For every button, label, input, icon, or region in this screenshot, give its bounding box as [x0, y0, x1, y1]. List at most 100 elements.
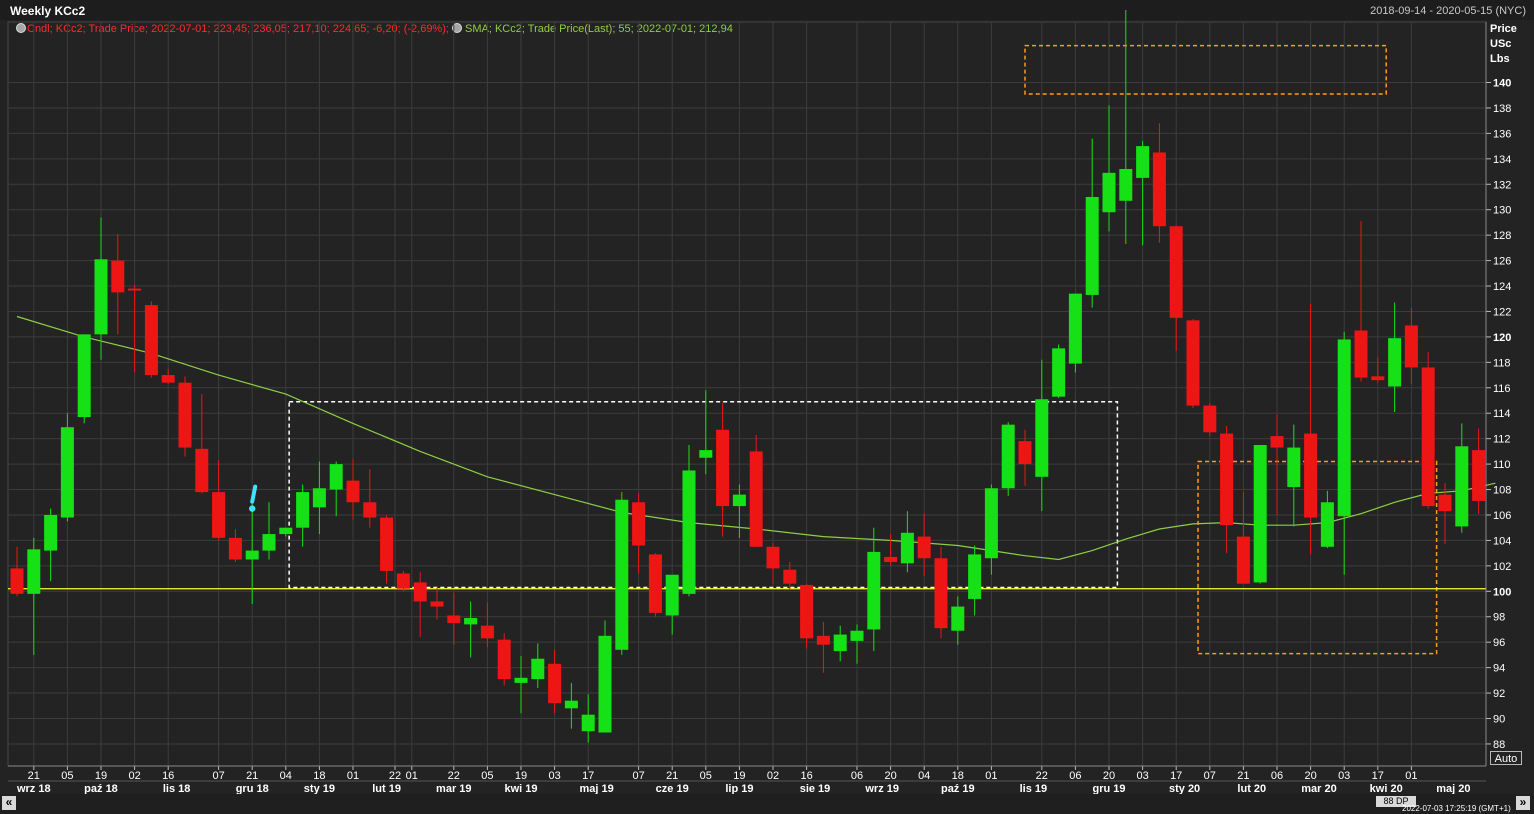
x-tick-label: 06	[1271, 770, 1283, 782]
candle-body	[396, 573, 410, 589]
candle-body	[1152, 152, 1166, 227]
x-tick-label: 01	[406, 770, 418, 782]
scroll-left-icon[interactable]: «	[2, 796, 16, 810]
candle	[1236, 492, 1250, 584]
candle	[346, 459, 360, 521]
candle-body	[1169, 226, 1183, 318]
y-tick-label: 112	[1493, 434, 1511, 446]
candle-body	[195, 448, 209, 493]
candle	[581, 694, 595, 743]
y-tick-label: 114	[1493, 408, 1511, 420]
candle-body	[413, 582, 427, 602]
candle	[531, 643, 545, 688]
candle	[1068, 293, 1082, 373]
candle	[262, 502, 276, 560]
candle-body	[598, 635, 612, 733]
candle-body	[1001, 424, 1015, 489]
candle-body	[1337, 339, 1351, 517]
candle-body	[564, 700, 578, 709]
x-tick-label: 21	[666, 770, 678, 782]
candle-body	[279, 527, 293, 535]
marker-dot	[249, 505, 256, 512]
candle-body	[1253, 445, 1267, 583]
x-tick-label: 06	[1069, 770, 1081, 782]
candle-body	[128, 288, 142, 291]
candle	[867, 527, 881, 652]
scroll-right-icon[interactable]: »	[1516, 796, 1530, 810]
candle-body	[699, 450, 713, 458]
candle-body	[1421, 367, 1435, 507]
x-tick-label: 19	[95, 770, 107, 782]
x-tick-label: 22	[389, 770, 401, 782]
x-tick-label: 03	[548, 770, 560, 782]
candle	[195, 394, 209, 494]
candle-body	[581, 714, 595, 732]
annotation-box-2	[1024, 44, 1387, 95]
y-tick-label: 92	[1493, 688, 1505, 700]
candle-body	[766, 546, 780, 569]
y-tick-label: 98	[1493, 612, 1505, 624]
candle-body	[1052, 348, 1066, 397]
x-tick-label: 05	[700, 770, 712, 782]
x-tick-label: 02	[128, 770, 140, 782]
chart-canvas[interactable]: 88 90 92 94 96 98 100 102 104 106 108 110 112 114 116 1…	[0, 0, 1534, 814]
candle	[1253, 445, 1267, 584]
candle	[44, 508, 58, 582]
candle	[111, 233, 125, 335]
y-tick-label: 132	[1493, 179, 1511, 191]
y-tick-label: 108	[1493, 485, 1511, 497]
y-tick-label: 126	[1493, 256, 1511, 268]
auto-scale-button[interactable]: Auto	[1490, 751, 1522, 765]
candle-body	[1035, 399, 1049, 477]
candle-body	[1236, 536, 1250, 584]
price-axis-title: Price	[1490, 23, 1517, 35]
y-tick-label: 134	[1493, 154, 1511, 166]
candle	[1220, 425, 1234, 554]
candle	[1085, 138, 1099, 308]
candle	[648, 553, 662, 617]
candle-body	[884, 556, 898, 563]
candle-body	[1068, 293, 1082, 364]
candle-body	[1472, 450, 1486, 501]
candle-body	[934, 558, 948, 629]
candle-body	[665, 574, 679, 616]
x-tick-label: 17	[1170, 770, 1182, 782]
x-tick-label: 01	[347, 770, 359, 782]
candle-body	[1388, 338, 1402, 387]
candle-body	[497, 639, 511, 680]
candle-body	[984, 488, 998, 559]
candle-body	[1287, 447, 1301, 487]
candle	[1136, 141, 1150, 246]
x-tick-label: 03	[1338, 770, 1350, 782]
x-tick-label: 20	[884, 770, 896, 782]
candle	[447, 592, 461, 645]
candle	[77, 334, 91, 424]
candle	[548, 649, 562, 714]
candle-body	[1102, 172, 1116, 213]
candle-body	[144, 305, 158, 376]
candle	[1404, 307, 1418, 384]
x-tick-label: 21	[28, 770, 40, 782]
y-tick-label: 116	[1493, 383, 1511, 395]
candle-body	[514, 677, 528, 683]
x-tick-label: 18	[313, 770, 325, 782]
x-tick-label: 21	[1237, 770, 1249, 782]
y-tick-label: 138	[1493, 103, 1511, 115]
candle	[716, 403, 730, 537]
x-tick-label: 16	[162, 770, 174, 782]
candle	[1152, 123, 1166, 243]
candle-body	[346, 480, 360, 503]
candle-body	[44, 514, 58, 551]
candle	[1169, 224, 1183, 351]
y-tick-label: 124	[1493, 281, 1511, 293]
candle	[60, 413, 74, 522]
x-tick-label: 19	[515, 770, 527, 782]
x-tick-label: 20	[1103, 770, 1115, 782]
candle	[934, 546, 948, 639]
candle-body	[615, 499, 629, 650]
candle-body	[816, 635, 830, 645]
candle-body	[732, 494, 746, 507]
candle-body	[1404, 325, 1418, 368]
candle-body	[900, 532, 914, 564]
candle	[951, 596, 965, 645]
